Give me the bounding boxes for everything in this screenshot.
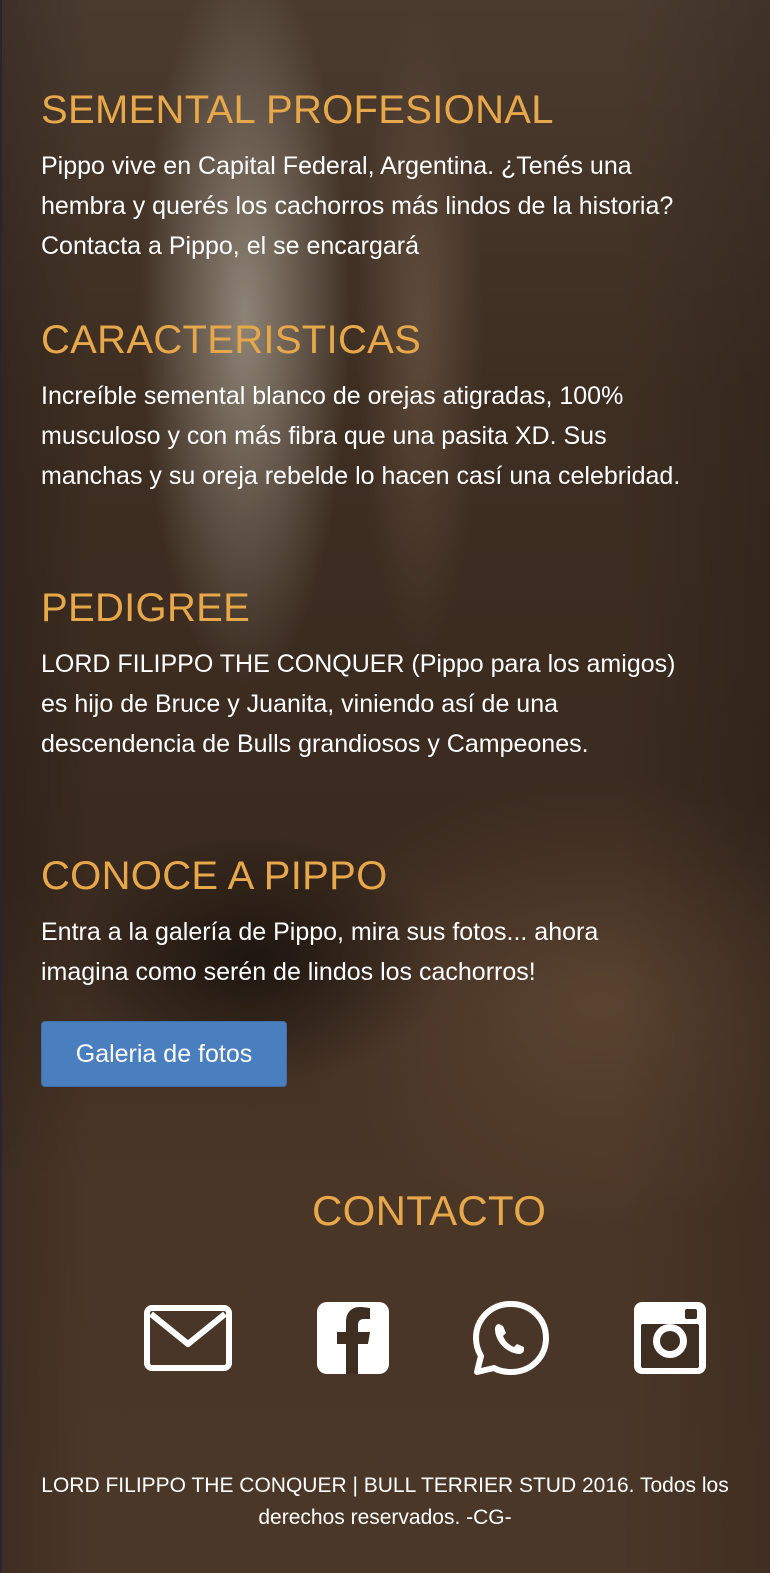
- section-semental-profesional: SEMENTAL PROFESIONAL Pippo vive en Capit…: [41, 88, 681, 266]
- section-title: SEMENTAL PROFESIONAL: [41, 88, 554, 132]
- whatsapp-icon[interactable]: [466, 1300, 556, 1376]
- facebook-icon[interactable]: [308, 1300, 398, 1376]
- section-title: PEDIGREE: [41, 586, 251, 630]
- section-caracteristicas: CARACTERISTICAS Increíble semental blanc…: [41, 318, 681, 496]
- section-text: LORD FILIPPO THE CONQUER (Pippo para los…: [41, 650, 676, 758]
- contact-title: CONTACTO: [312, 1187, 547, 1234]
- section-text: Increíble semental blanco de orejas atig…: [41, 382, 681, 490]
- section-text: Entra a la galería de Pippo, mira sus fo…: [41, 918, 599, 986]
- section-title: CONOCE A PIPPO: [41, 854, 388, 898]
- section-pedigree: PEDIGREE LORD FILIPPO THE CONQUER (Pippo…: [41, 586, 681, 764]
- envelope-icon[interactable]: [143, 1300, 233, 1376]
- section-title: CARACTERISTICAS: [41, 318, 422, 362]
- section-conoce-a-pippo: CONOCE A PIPPO Entra a la galería de Pip…: [41, 854, 681, 992]
- section-text: Pippo vive en Capital Federal, Argentina…: [41, 152, 674, 260]
- footer-copyright: LORD FILIPPO THE CONQUER | BULL TERRIER …: [41, 1474, 729, 1529]
- gallery-button[interactable]: Galeria de fotos: [41, 1021, 287, 1087]
- window-edge: [0, 0, 2, 1573]
- instagram-icon[interactable]: [625, 1300, 715, 1376]
